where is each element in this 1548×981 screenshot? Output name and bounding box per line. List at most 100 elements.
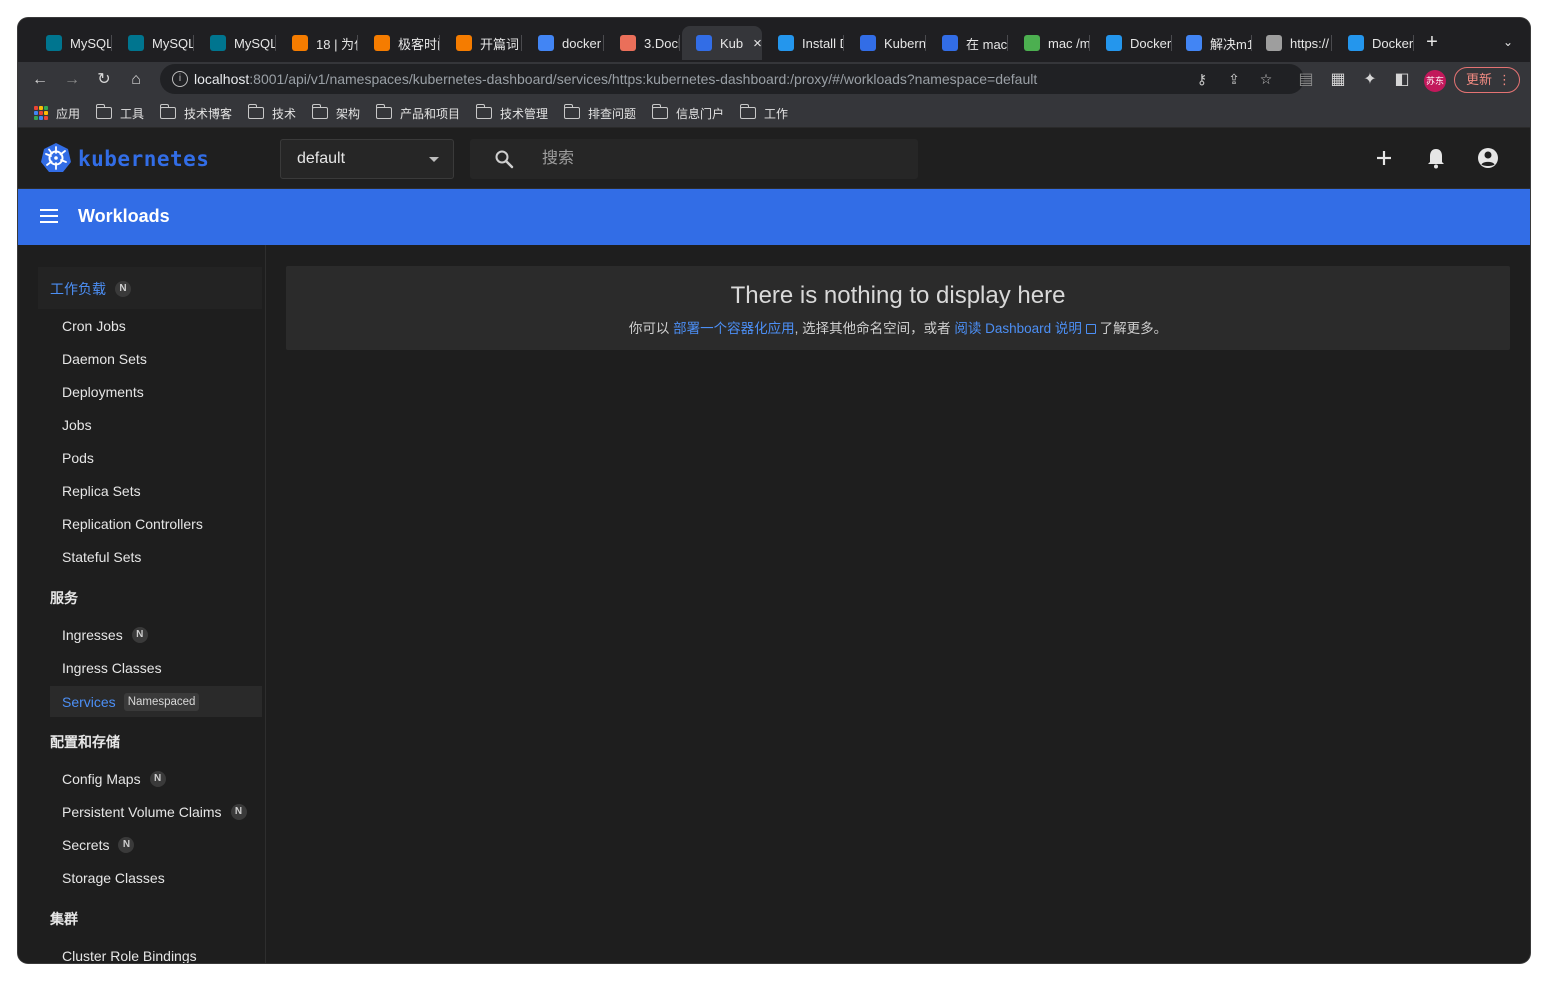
browser-tab[interactable]: Kub × [682, 26, 762, 60]
tab-separator [1331, 35, 1332, 51]
globe-icon [1266, 35, 1282, 51]
puzzle-extensions-icon[interactable]: ✦ [1358, 68, 1382, 92]
search-input[interactable] [542, 147, 902, 171]
translate-icon[interactable]: ▦ [1326, 68, 1350, 92]
bookmark-label: 技术博客 [184, 106, 233, 121]
profile-avatar[interactable]: 苏东 [1424, 70, 1446, 92]
sidebar-item-label: Replication Controllers [62, 516, 203, 532]
bookmark-item[interactable]: 工具 [95, 104, 144, 122]
sidebar-category-workloads[interactable]: 工作负载 N [50, 279, 131, 299]
sidebar-item-cron-jobs[interactable]: Cron Jobs [62, 318, 126, 334]
bookmark-item[interactable]: 工作 [739, 104, 789, 122]
bookmark-item[interactable]: 应用 [34, 104, 80, 122]
folder-icon [247, 104, 264, 119]
sidebar-item-replication-controllers[interactable]: Replication Controllers [62, 516, 203, 532]
namespace-selector[interactable]: default [280, 139, 454, 179]
browser-tab[interactable]: 3.Dock [606, 26, 680, 60]
empty-state-title: There is nothing to display here [730, 282, 1066, 309]
close-tab-icon[interactable]: × [753, 35, 762, 52]
menu-hamburger-icon[interactable] [40, 209, 60, 225]
url-text[interactable]: localhost:8001/api/v1/namespaces/kuberne… [194, 71, 1037, 87]
extension-icon[interactable]: ▤ [1294, 68, 1318, 92]
account-circle-icon[interactable] [1476, 146, 1500, 170]
search-icon [495, 150, 514, 169]
namespace-value: default [297, 150, 346, 167]
sidebar-item-pods[interactable]: Pods [62, 450, 94, 466]
tab-search-chevron-icon[interactable]: ⌄ [1498, 32, 1518, 52]
browser-tab[interactable]: Install D [764, 26, 844, 60]
reload-icon[interactable]: ↻ [92, 68, 116, 92]
address-bar[interactable]: i localhost:8001/api/v1/namespaces/kuber… [160, 64, 1304, 94]
kubernetes-logo-icon[interactable] [40, 142, 72, 174]
side-panel-icon[interactable]: ◧ [1390, 68, 1414, 92]
home-icon[interactable]: ⌂ [124, 68, 148, 92]
new-tab-button[interactable]: + [1420, 30, 1444, 54]
browser-tab[interactable]: 18 | 为什 [278, 26, 358, 60]
namespaced-badge: N [149, 771, 166, 787]
key-icon[interactable]: ⚷ [1192, 69, 1212, 89]
notifications-bell-icon[interactable] [1424, 146, 1448, 170]
browser-tab[interactable]: MySQL [32, 26, 112, 60]
sidebar-item-cluster-role-bindings[interactable]: Cluster Role Bindings [62, 948, 197, 963]
sidebar-item-config-maps[interactable]: Config Maps N [62, 771, 166, 787]
browser-tab-label: MySQL [234, 35, 276, 51]
browser-tab[interactable]: 开篇词 [442, 26, 522, 60]
add-resource-plus-icon[interactable] [1372, 146, 1396, 170]
bookmark-star-icon[interactable]: ☆ [1256, 69, 1276, 89]
back-arrow-icon[interactable]: ← [28, 68, 52, 92]
bookmark-item[interactable]: 产品和项目 [375, 104, 460, 122]
folder-icon [475, 104, 492, 119]
browser-tab[interactable]: Docker [1334, 26, 1414, 60]
sidebar-item-label: Storage Classes [62, 870, 165, 886]
sidebar-item-stateful-sets[interactable]: Stateful Sets [62, 549, 141, 565]
sidebar-item-ingress-classes[interactable]: Ingress Classes [62, 660, 162, 676]
kubernetes-brand-text[interactable]: kubernetes [78, 147, 209, 171]
page-titlebar: Workloads [18, 189, 1530, 245]
sidebar-category-cluster[interactable]: 集群 [50, 909, 78, 929]
bookmark-item[interactable]: 技术 [247, 104, 296, 122]
browser-tab-label: docker [562, 35, 602, 51]
sidebar-item-persistent-volume-claims[interactable]: Persistent Volume Claims N [62, 804, 247, 820]
tab-separator [111, 35, 112, 51]
sidebar-item-services[interactable]: Services Namespaced [62, 693, 200, 711]
share-icon[interactable]: ⇪ [1224, 69, 1244, 89]
mysql-icon [210, 35, 226, 51]
bookmark-item[interactable]: 信息门户 [651, 104, 724, 122]
mysql-icon [128, 35, 144, 51]
folder-icon [159, 104, 176, 119]
browser-tab[interactable]: MySQL [196, 26, 276, 60]
browser-tab[interactable]: Kubern [846, 26, 926, 60]
site-info-icon[interactable]: i [172, 71, 188, 87]
browser-tab[interactable]: https:// [1252, 26, 1332, 60]
deploy-app-link[interactable]: 部署一个容器化应用 [673, 321, 795, 336]
sidebar-category-config-storage[interactable]: 配置和存储 [50, 732, 120, 752]
sidebar-item-storage-classes[interactable]: Storage Classes [62, 870, 165, 886]
bookmark-item[interactable]: 排查问题 [563, 104, 636, 122]
browser-tab[interactable]: MySQL [114, 26, 194, 60]
sidebar-item-replica-sets[interactable]: Replica Sets [62, 483, 141, 499]
sidebar-item-jobs[interactable]: Jobs [62, 417, 92, 433]
forward-arrow-icon[interactable]: → [60, 68, 84, 92]
sidebar-category-services[interactable]: 服务 [50, 588, 78, 608]
sidebar-item-secrets[interactable]: Secrets N [62, 837, 135, 853]
bookmark-item[interactable]: 技术博客 [159, 104, 233, 122]
read-docs-link[interactable]: 阅读 Dashboard 说明 [954, 321, 1096, 336]
jianshu-icon [620, 35, 636, 51]
bookmarks-bar: 应用 工具 技术博客 技术 架构 产品和项目 技术管理 排查问题 信息门户 工作 [18, 98, 1530, 128]
browser-tab[interactable]: 解决m1 [1172, 26, 1252, 60]
browser-tab[interactable]: 在 mac [928, 26, 1008, 60]
bookmark-item[interactable]: 架构 [311, 104, 360, 122]
search-box [470, 139, 918, 179]
update-button[interactable]: 更新 ⋮ [1454, 67, 1520, 93]
browser-tab[interactable]: 极客时间 [360, 26, 440, 60]
browser-tab[interactable]: mac /m [1010, 26, 1090, 60]
browser-tab[interactable]: Docker [1092, 26, 1172, 60]
bookmark-label: 工作 [764, 106, 789, 121]
sidebar-nav: 工作负载 N Cron Jobs Daemon Sets Deployments Jo… [18, 245, 266, 963]
sidebar-item-deployments[interactable]: Deployments [62, 384, 144, 400]
sidebar-item-label: Deployments [62, 384, 144, 400]
browser-tab[interactable]: docker [524, 26, 604, 60]
sidebar-item-ingresses[interactable]: Ingresses N [62, 627, 148, 643]
sidebar-item-daemon-sets[interactable]: Daemon Sets [62, 351, 147, 367]
bookmark-item[interactable]: 技术管理 [475, 104, 548, 122]
